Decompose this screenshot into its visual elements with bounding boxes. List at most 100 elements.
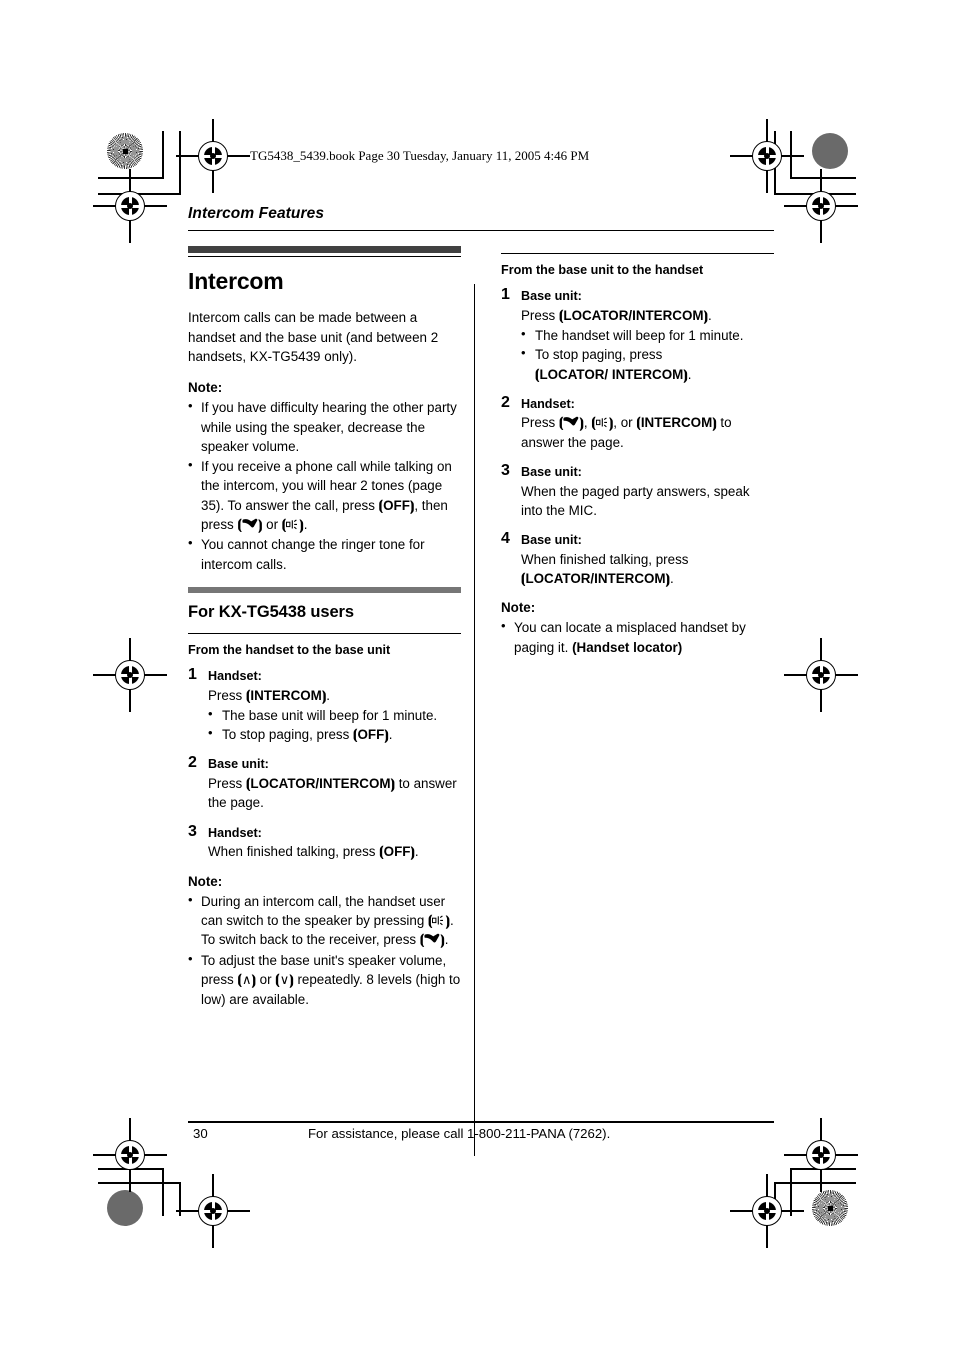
step-role: Handset: [521, 396, 575, 411]
steps-list-right: 1 Base unit: Press ⦗LOCATOR/INTERCOM⦘. T… [501, 286, 774, 588]
speakerphone-icon [432, 915, 445, 926]
two-column-layout: Intercom Intercom calls can be made betw… [188, 246, 774, 1156]
column-divider [474, 284, 476, 1156]
chevron-up-icon: ∧ [241, 971, 252, 987]
footer-rule [188, 1121, 774, 1123]
running-head: Intercom Features [188, 205, 325, 222]
subsection-title-right: From the base unit to the handset [501, 263, 704, 277]
registration-mark-mid-left-top [93, 169, 167, 243]
file-header-text: TG5438_5439.book Page 30 Tuesday, Januar… [250, 148, 590, 163]
step-item: 3 Handset: When finished talking, press … [188, 822, 461, 862]
registration-mark-bottom-left [93, 1118, 167, 1192]
speakerphone-icon [595, 417, 609, 428]
note-list-2: During an intercom call, the handset use… [188, 891, 461, 1009]
subsection-hair-rule [188, 632, 461, 634]
key-locator-intercom: ⦗LOCATOR/INTERCOM⦘ [245, 776, 395, 792]
density-patch-tr [812, 133, 848, 169]
step-item: 2 Handset: Press ⦗ ⦘, ⦗ ⦘, or ⦗INTERCOM⦘ t… [501, 393, 774, 452]
registration-mark-mid-right-top [784, 169, 858, 243]
left-column: Intercom Intercom calls can be made betw… [188, 246, 461, 1022]
list-item: If you have difficulty hearing the other… [188, 397, 461, 456]
step-text: When the paged party answers, speak into… [521, 483, 750, 518]
key-talk: ⦗ ⦘ [558, 415, 584, 431]
step-item: 3 Base unit: When the paged party answer… [501, 462, 774, 520]
assistance-text: For assistance, please call 1-800-211-PA… [308, 1126, 611, 1141]
step-number: 3 [501, 462, 510, 480]
key-locator-intercom: ⦗LOCATOR/INTERCOM⦘ [521, 571, 671, 587]
steps-list-left: 1 Handset: Press ⦗INTERCOM⦘. The base un… [188, 665, 461, 862]
registration-mark-bottom-left-inner [176, 1174, 250, 1248]
step-number: 3 [188, 822, 197, 840]
key-talk: ⦗ ⦘ [419, 932, 445, 948]
intro-paragraph: Intercom calls can be made between a han… [188, 310, 439, 364]
key-off: ⦗OFF⦘ [379, 844, 415, 860]
density-patch-bl [107, 1190, 143, 1226]
key-locator-intercom: ⦗LOCATOR/INTERCOM⦘ [558, 307, 708, 323]
step-number: 4 [501, 530, 510, 548]
talk-icon [242, 518, 258, 530]
registration-mark-mid-left [93, 638, 167, 712]
chapter-title: Intercom [188, 268, 284, 295]
list-item: During an intercom call, the handset use… [188, 891, 461, 950]
list-item: You can locate a misplaced handset by pa… [501, 617, 774, 657]
step-number: 2 [501, 393, 510, 411]
subsection-hair-rule-right [501, 253, 774, 254]
step-number: 1 [501, 286, 510, 303]
column-gap [461, 246, 501, 1022]
page-number: 30 [193, 1126, 208, 1141]
key-speakerphone: ⦗ ⦘ [591, 415, 614, 431]
step-role: Base unit: [521, 289, 582, 303]
section-rule-thick [188, 586, 461, 593]
list-item: To stop paging, press ⦗OFF⦘. [208, 724, 461, 744]
crop-line-tl-2 [162, 131, 164, 177]
halftone-target-tl [107, 133, 143, 169]
registration-mark-top-left [176, 119, 250, 193]
step-role: Base unit: [521, 533, 582, 548]
list-item: To adjust the base unit's speaker volume… [188, 949, 461, 1009]
registration-mark-bottom-right [784, 1118, 858, 1192]
step-text: When finished talking, press ⦗OFF⦘. [208, 844, 419, 860]
crop-line-tl-1 [98, 177, 164, 179]
step-role: Base unit: [521, 465, 582, 480]
registration-mark-top-right [730, 119, 804, 193]
key-intercom: ⦗INTERCOM⦘ [245, 687, 327, 703]
subsection-title-left: From the handset to the base unit [188, 642, 391, 657]
key-speakerphone: ⦗ ⦘ [281, 517, 304, 533]
registration-mark-mid-right [784, 638, 858, 712]
key-volume-up: ⦗∧⦘ [237, 971, 256, 987]
step-item: 1 Handset: Press ⦗INTERCOM⦘. The base un… [188, 665, 461, 745]
step-role: Base unit: [208, 757, 269, 772]
step-number: 1 [188, 665, 197, 683]
crop-line-bl-2 [162, 1168, 164, 1216]
right-column: From the base unit to the handset 1 Base… [501, 246, 774, 1022]
chevron-down-icon: ∨ [279, 971, 290, 987]
list-item: The base unit will beep for 1 minute. [208, 705, 461, 725]
key-off: ⦗OFF⦘ [378, 497, 415, 513]
speakerphone-icon [286, 519, 299, 530]
key-off: ⦗OFF⦘ [353, 727, 389, 743]
step-text: Press ⦗LOCATOR/INTERCOM⦘ to answer the p… [208, 776, 457, 811]
step-text: Press ⦗INTERCOM⦘. [208, 687, 331, 703]
talk-icon [563, 416, 579, 428]
list-item: The handset will beep for 1 minute. [521, 325, 774, 345]
note-list-right: You can locate a misplaced handset by pa… [501, 617, 774, 657]
key-intercom: ⦗INTERCOM⦘ [636, 415, 717, 431]
chapter-rule-thick [188, 246, 461, 253]
crop-line-bl-3 [98, 1182, 180, 1184]
list-item: If you receive a phone call while talkin… [188, 456, 461, 534]
step-bullets: The handset will beep for 1 minute. To s… [521, 325, 774, 384]
step-text: Press ⦗LOCATOR/INTERCOM⦘. [521, 307, 712, 323]
list-item: To stop paging, press ⦗LOCATOR/ INTERCOM… [521, 344, 774, 384]
step-text: Press ⦗ ⦘, ⦗ ⦘, or ⦗INTERCOM⦘ to answer th… [521, 415, 732, 450]
crop-line-tr-1 [790, 177, 856, 179]
halftone-target-br [812, 1190, 848, 1226]
registration-mark-bottom-right-inner [730, 1174, 804, 1248]
step-bullets: The base unit will beep for 1 minute. To… [208, 705, 461, 745]
handset-locator-term: (Handset locator) [572, 639, 683, 655]
list-item: You cannot change the ringer tone for in… [188, 534, 461, 574]
step-text: When finished talking, press ⦗LOCATOR/IN… [521, 551, 689, 587]
key-volume-down: ⦗∨⦘ [275, 971, 294, 987]
key-speakerphone: ⦗ ⦘ [428, 912, 450, 928]
key-locator-intercom: ⦗LOCATOR/ INTERCOM⦘ [535, 366, 688, 382]
crop-line-br-2 [790, 1168, 792, 1216]
